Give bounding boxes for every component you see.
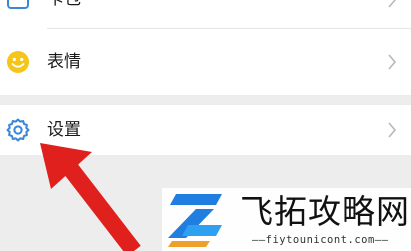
watermark-url: ——fiytounicont.com—— <box>252 234 389 246</box>
watermark: 飞拓攻略网 ——fiytounicont.com—— <box>162 188 411 251</box>
watermark-logo-icon <box>168 194 222 247</box>
watermark-title: 飞拓攻略网 <box>240 192 410 231</box>
